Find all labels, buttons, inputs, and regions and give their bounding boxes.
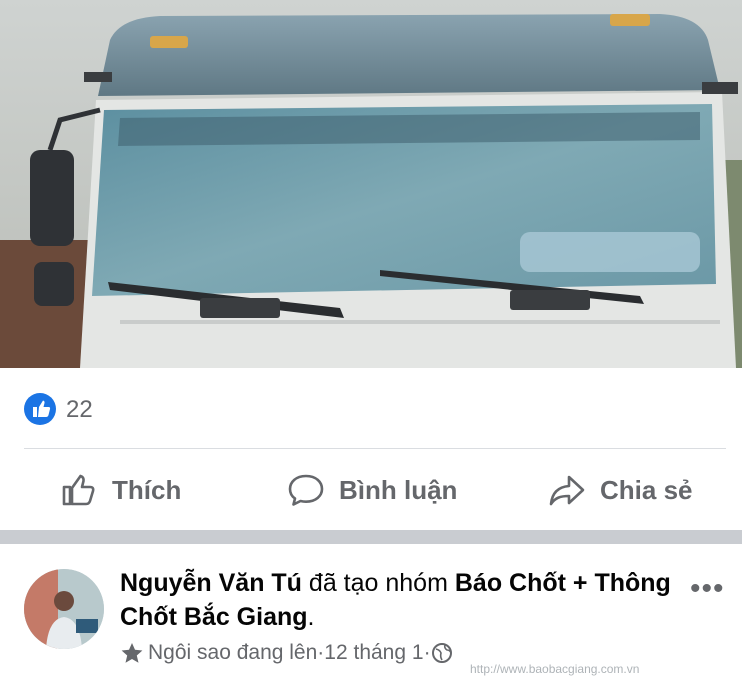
- post-meta: Ngôi sao đang lên · 12 tháng 1 ·: [120, 641, 453, 665]
- feed-separator: [0, 530, 742, 544]
- like-reaction-icon: [24, 393, 56, 425]
- like-label: Thích: [112, 474, 182, 505]
- like-button[interactable]: Thích: [60, 470, 181, 510]
- comment-icon: [287, 471, 325, 509]
- share-label: Chia sẻ: [600, 474, 693, 505]
- share-icon: [548, 471, 586, 509]
- meta-separator: ·: [317, 641, 325, 664]
- like-count[interactable]: 22: [66, 396, 93, 424]
- post-date[interactable]: 12 tháng 1: [324, 641, 423, 665]
- comment-button[interactable]: Bình luận: [287, 470, 457, 510]
- share-button[interactable]: Chia sẻ: [548, 470, 693, 510]
- post-photo-truck[interactable]: [0, 0, 742, 368]
- post-period: .: [307, 603, 315, 631]
- post-text: Nguyễn Văn Tú đã tạo nhóm Báo Chốt + Thô…: [120, 566, 680, 634]
- star-icon: [120, 641, 144, 665]
- meta-separator-2: ·: [423, 641, 431, 664]
- like-icon: [60, 471, 98, 509]
- author-avatar[interactable]: [24, 569, 104, 649]
- badge-label[interactable]: Ngôi sao đang lên: [148, 641, 317, 665]
- more-options-button[interactable]: •••: [690, 572, 725, 606]
- comment-label: Bình luận: [339, 474, 458, 505]
- action-verb: đã tạo nhóm: [301, 569, 455, 597]
- watermark-text: http://www.baobacgiang.com.vn: [470, 662, 640, 676]
- author-name[interactable]: Nguyễn Văn Tú: [120, 569, 302, 597]
- globe-icon: [431, 642, 453, 664]
- actions-divider: [24, 448, 726, 449]
